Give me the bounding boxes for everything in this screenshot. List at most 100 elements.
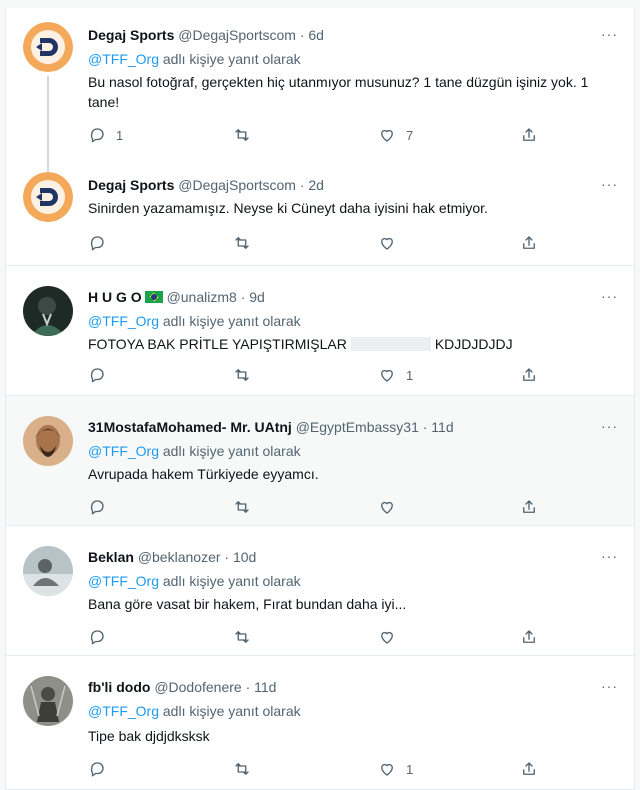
tweet-actions xyxy=(88,234,548,256)
like-button[interactable]: 7 xyxy=(378,126,413,144)
retweet-icon xyxy=(235,763,249,775)
tweet-degaj-1[interactable]: Degaj Sports @DegajSportscom · 6d ··· @T… xyxy=(6,8,634,172)
share-button[interactable] xyxy=(520,760,538,778)
more-options-icon[interactable]: ··· xyxy=(601,176,618,192)
share-button[interactable] xyxy=(520,126,538,144)
share-button[interactable] xyxy=(520,628,538,646)
avatar-degaj-sports[interactable] xyxy=(23,172,73,222)
user-handle[interactable]: @Dodofenere xyxy=(154,679,241,695)
retweet-icon xyxy=(235,369,249,381)
reply-suffix: adlı kişiye yanıt olarak xyxy=(159,573,301,589)
reply-icon xyxy=(90,630,104,645)
user-handle[interactable]: @DegajSportscom xyxy=(178,177,296,193)
avatar-dodo[interactable] xyxy=(23,676,73,726)
display-name[interactable]: Degaj Sports xyxy=(88,177,174,193)
like-count: 1 xyxy=(406,367,414,383)
more-options-icon[interactable]: ··· xyxy=(601,678,618,694)
reply-target-handle[interactable]: @TFF_Org xyxy=(88,313,159,329)
more-options-icon[interactable]: ··· xyxy=(601,288,618,304)
tweet-time[interactable]: · 6d xyxy=(300,27,324,43)
heart-icon xyxy=(381,501,393,514)
retweet-button[interactable] xyxy=(233,498,261,516)
replying-to: @TFF_Org adlı kişiye yanıt olarak xyxy=(88,572,301,590)
tweet-dodo[interactable]: fb'li dodo @Dodofenere · 11d ··· @TFF_Or… xyxy=(6,656,634,790)
reply-target-handle[interactable]: @TFF_Org xyxy=(88,573,159,589)
user-photo-icon xyxy=(23,546,73,596)
tweet-time[interactable]: · 11d xyxy=(423,419,454,435)
tweet-text: Avrupada hakem Türkiyede eyyamcı. xyxy=(88,466,319,482)
user-handle[interactable]: @unalizm8 xyxy=(167,289,237,305)
heart-icon xyxy=(381,129,393,142)
reply-button[interactable] xyxy=(88,366,116,384)
tweet-degaj-2[interactable]: Degaj Sports @DegajSportscom · 2d ··· Si… xyxy=(6,158,634,266)
retweet-button[interactable] xyxy=(233,628,261,646)
avatar-degaj-sports[interactable] xyxy=(23,22,73,72)
replying-to: @TFF_Org adlı kişiye yanıt olarak xyxy=(88,312,301,330)
tweet-text: Sinirden yazamamışız. Neyse ki Cüneyt da… xyxy=(88,200,488,216)
user-handle[interactable]: @EgyptEmbassy31 xyxy=(296,419,419,435)
share-button[interactable] xyxy=(520,498,538,516)
reply-suffix: adlı kişiye yanıt olarak xyxy=(159,703,301,719)
more-options-icon[interactable]: ··· xyxy=(601,418,618,434)
retweet-icon xyxy=(235,237,249,249)
tweet-mostafa[interactable]: 31MostafaMohamed- Mr. UAtnj @EgyptEmbass… xyxy=(6,396,634,526)
like-button[interactable] xyxy=(378,628,406,646)
more-options-icon[interactable]: ··· xyxy=(601,548,618,564)
retweet-button[interactable] xyxy=(233,760,261,778)
tweet-time[interactable]: · 10d xyxy=(224,549,256,565)
reply-button[interactable] xyxy=(88,234,116,252)
like-count: 1 xyxy=(406,761,414,777)
avatar-beklan[interactable] xyxy=(23,546,73,596)
user-handle[interactable]: @beklanozer xyxy=(138,549,221,565)
reply-target-handle[interactable]: @TFF_Org xyxy=(88,703,159,719)
replying-to: @TFF_Org adlı kişiye yanıt olarak xyxy=(88,702,301,720)
share-icon xyxy=(523,762,535,775)
heart-icon xyxy=(381,763,393,776)
share-icon xyxy=(523,500,535,513)
user-handle[interactable]: @DegajSportscom xyxy=(178,27,296,43)
tweet-header: 31MostafaMohamed- Mr. UAtnj @EgyptEmbass… xyxy=(88,418,454,436)
user-photo-icon xyxy=(23,676,73,726)
retweet-button[interactable] xyxy=(233,126,261,144)
tweet-header: Degaj Sports @DegajSportscom · 2d xyxy=(88,176,324,194)
more-options-icon[interactable]: ··· xyxy=(601,26,618,42)
like-button[interactable] xyxy=(378,498,406,516)
avatar-hugo[interactable] xyxy=(23,286,73,336)
tweet-beklan[interactable]: Beklan @beklanozer · 10d ··· @TFF_Org ad… xyxy=(6,526,634,656)
tweet-time[interactable]: · 11d xyxy=(246,679,277,695)
display-name[interactable]: 31MostafaMohamed- Mr. UAtnj xyxy=(88,419,292,435)
like-button[interactable] xyxy=(378,234,406,252)
tweet-header: H U G O @unalizm8 · 9d xyxy=(88,288,265,306)
share-button[interactable] xyxy=(520,234,538,252)
tweet-text-start: FOTOYA BAK PRİTLE YAPIŞTIRMIŞLAR xyxy=(88,336,347,352)
retweet-button[interactable] xyxy=(233,234,261,252)
display-name[interactable]: fb'li dodo xyxy=(88,679,150,695)
reply-button[interactable] xyxy=(88,498,116,516)
share-button[interactable] xyxy=(520,366,538,384)
like-button[interactable]: 1 xyxy=(378,366,413,384)
heart-icon xyxy=(381,631,393,644)
like-button[interactable]: 1 xyxy=(378,760,413,778)
replying-to: @TFF_Org adlı kişiye yanıt olarak xyxy=(88,442,301,460)
share-icon xyxy=(523,630,535,643)
display-name[interactable]: H U G O xyxy=(88,289,142,305)
share-icon xyxy=(523,236,535,249)
reply-icon xyxy=(90,128,104,143)
reply-button[interactable]: 1 xyxy=(88,126,123,144)
reply-target-handle[interactable]: @TFF_Org xyxy=(88,443,159,459)
reply-target-handle[interactable]: @TFF_Org xyxy=(88,51,159,67)
reply-button[interactable] xyxy=(88,760,116,778)
degaj-logo-icon xyxy=(23,22,73,72)
replying-to: @TFF_Org adlı kişiye yanıt olarak xyxy=(88,50,301,68)
tweet-time[interactable]: · 9d xyxy=(241,289,265,305)
retweet-button[interactable] xyxy=(233,366,261,384)
tweet-actions: 1 xyxy=(88,760,548,782)
reply-icon xyxy=(90,368,104,383)
avatar-mostafa[interactable] xyxy=(23,416,73,466)
user-photo-icon xyxy=(23,286,73,336)
display-name[interactable]: Beklan xyxy=(88,549,134,565)
display-name[interactable]: Degaj Sports xyxy=(88,27,174,43)
reply-button[interactable] xyxy=(88,628,116,646)
tweet-time[interactable]: · 2d xyxy=(300,177,324,193)
tweet-hugo[interactable]: H U G O @unalizm8 · 9d ··· @TFF_Org adlı… xyxy=(6,266,634,396)
